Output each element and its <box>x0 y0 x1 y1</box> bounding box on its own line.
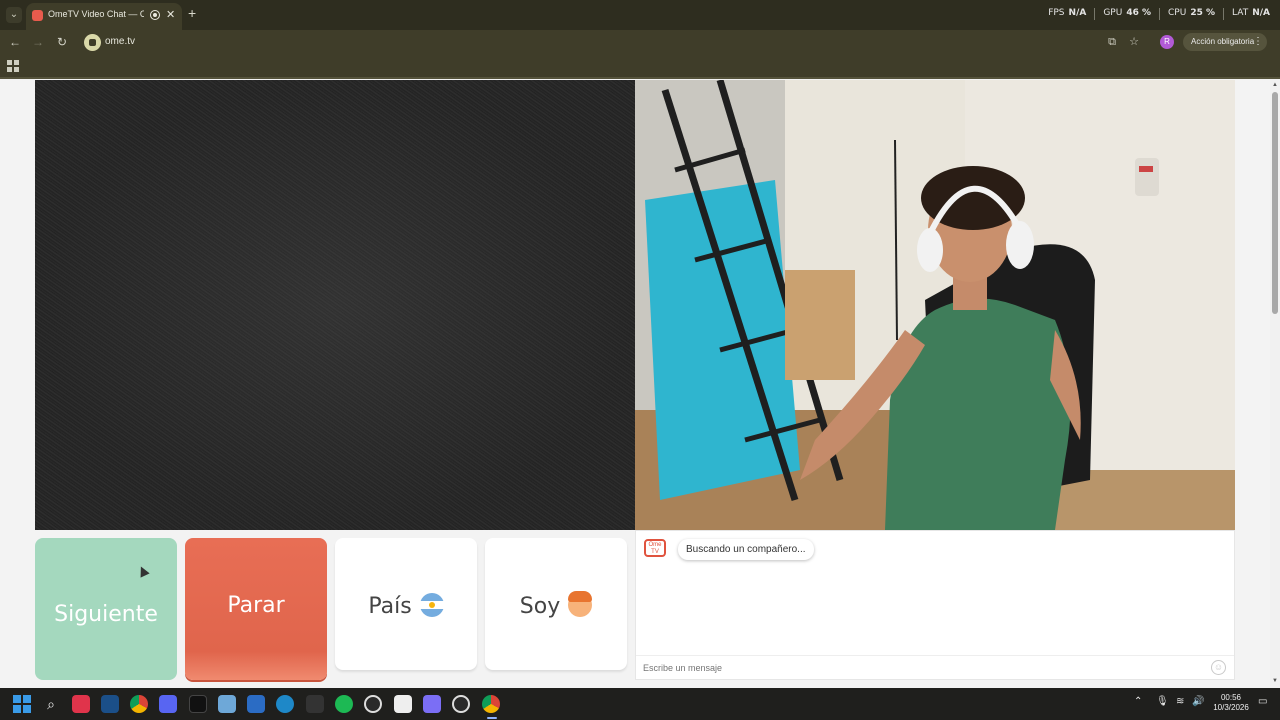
system-clock[interactable]: 00:56 10/3/2026 <box>1210 693 1252 713</box>
apps-grid-icon[interactable] <box>7 60 19 72</box>
cast-icon[interactable]: ⧉ <box>1105 35 1119 49</box>
scroll-thumb[interactable] <box>1272 92 1278 314</box>
tab-ometv[interactable]: OmeTV Video Chat — Ome ✕ <box>26 3 182 30</box>
webcam-scene-image <box>635 80 1235 530</box>
country-label: País <box>368 594 412 619</box>
scroll-up-icon[interactable]: ▲ <box>1272 82 1278 88</box>
self-camera-video <box>635 80 1235 530</box>
scroll-down-icon[interactable]: ▼ <box>1272 678 1278 684</box>
boy-emoji-icon <box>568 591 593 617</box>
chrome-profile-icon[interactable] <box>482 695 500 713</box>
tray-chevron-icon[interactable]: ⌃ <box>1134 696 1142 707</box>
volume-icon[interactable]: 🔊 <box>1192 696 1204 707</box>
emoji-picker-icon[interactable]: ☺ <box>1211 660 1226 675</box>
performance-overlay: FPS N/A GPU 46 % CPU 25 % LAT N/A <box>1048 8 1270 22</box>
game-controller-icon[interactable] <box>423 695 441 713</box>
search-icon[interactable]: ⌕ <box>42 695 60 713</box>
country-select-button[interactable]: País <box>335 538 477 670</box>
perf-lat: LAT N/A <box>1232 8 1270 18</box>
dolby-icon[interactable] <box>306 695 324 713</box>
tab-search-chevron-icon[interactable]: ⌄ <box>6 7 22 23</box>
perf-fps: FPS N/A <box>1048 8 1087 18</box>
partner-video-static <box>35 80 635 530</box>
discord-icon[interactable] <box>159 695 177 713</box>
epic-games-icon[interactable] <box>394 695 412 713</box>
page-scrollbar[interactable]: ▲ ▼ <box>1270 80 1280 688</box>
perf-cpu: CPU 25 % <box>1168 8 1216 18</box>
active-app-indicator <box>487 717 497 719</box>
required-action-button[interactable]: Acción obligatoria ⋮ <box>1183 33 1267 51</box>
ometv-favicon-icon <box>32 10 43 21</box>
browser-toolbar: ← → ↻ ome.tv ⧉ ☆ R Acción obligatoria ⋮ <box>0 30 1280 55</box>
recording-indicator-icon <box>150 10 160 20</box>
argentina-flag-icon <box>419 593 444 617</box>
tiktok-studio-icon[interactable] <box>72 695 90 713</box>
spotify-icon[interactable] <box>335 695 353 713</box>
clock-time: 00:56 <box>1220 693 1242 702</box>
steam-icon[interactable] <box>101 695 119 713</box>
back-arrow-icon[interactable]: ← <box>7 34 23 50</box>
stop-button-label: Parar <box>227 593 285 618</box>
gender-label: Soy <box>519 594 561 619</box>
message-input[interactable] <box>636 655 1234 679</box>
site-info-icon[interactable] <box>84 34 101 51</box>
url-text: ome.tv <box>105 36 136 47</box>
ometv-page: Siguiente Parar País Soy Ome TV Buscando… <box>0 80 1270 688</box>
microphone-icon[interactable]: 🎙 <box>1156 696 1169 707</box>
profile-avatar[interactable]: R <box>1160 35 1174 49</box>
chat-panel: Ome TV Buscando un compañero... ☺ <box>635 530 1235 680</box>
reload-icon[interactable]: ↻ <box>54 34 70 50</box>
chrome-icon[interactable] <box>130 695 148 713</box>
tab-strip: ⌄ OmeTV Video Chat — Ome ✕ + FPSN/A GPU4… <box>0 0 1280 30</box>
ometv-logo-icon: Ome TV <box>644 539 666 557</box>
chatgpt-icon[interactable] <box>364 695 382 713</box>
clock-date: 10/3/2026 <box>1213 703 1249 712</box>
malwarebytes-icon[interactable] <box>247 695 265 713</box>
address-bar[interactable]: ome.tv <box>82 32 1102 53</box>
bookmarks-bar <box>0 55 1280 79</box>
perf-gpu: GPU 46 % <box>1103 8 1152 18</box>
stop-button[interactable]: Parar <box>185 538 327 680</box>
edge-icon[interactable] <box>276 695 294 713</box>
required-action-label: Acción obligatoria <box>1191 37 1255 46</box>
tab-close-icon[interactable]: ✕ <box>166 8 175 21</box>
next-button-label: Siguiente <box>54 602 158 627</box>
windows-start-icon[interactable] <box>13 695 31 713</box>
new-tab-button[interactable]: + <box>188 5 196 21</box>
obs-icon[interactable] <box>452 695 470 713</box>
gender-select-button[interactable]: Soy <box>485 538 627 670</box>
notifications-icon[interactable]: ▭ <box>1258 696 1267 707</box>
forward-arrow-icon[interactable]: → <box>30 34 46 50</box>
search-status-message: Buscando un compañero... <box>678 539 814 560</box>
windows-taskbar: ⌕ ⌃ 🎙 ≋ 🔊 00:56 10/3/2026 ▭ <box>0 688 1280 720</box>
next-button[interactable]: Siguiente <box>35 538 177 680</box>
tab-title: OmeTV Video Chat — Ome <box>48 9 144 19</box>
tiktok-icon[interactable] <box>189 695 207 713</box>
bluestacks-icon[interactable] <box>218 695 236 713</box>
bookmark-star-icon[interactable]: ☆ <box>1127 35 1141 49</box>
wifi-icon[interactable]: ≋ <box>1176 696 1184 707</box>
more-menu-icon[interactable]: ⋮ <box>1253 33 1263 51</box>
